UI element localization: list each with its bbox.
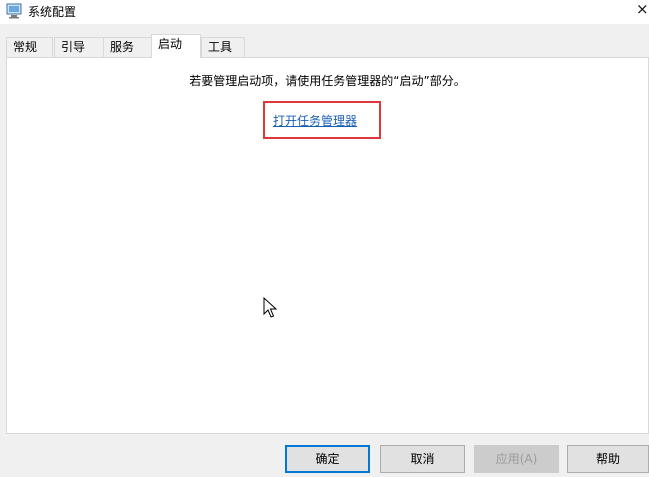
tab-services[interactable]: 服务 <box>103 37 153 57</box>
window-title: 系统配置 <box>28 5 77 19</box>
tab-boot[interactable]: 引导 <box>54 37 104 57</box>
system-config-icon <box>6 3 22 19</box>
startup-panel: 若要管理启动项，请使用任务管理器的“启动”部分。 打开任务管理器 <box>6 57 649 434</box>
startup-instruction: 若要管理启动项，请使用任务管理器的“启动”部分。 <box>189 74 466 88</box>
tab-strip: 常规 引导 服务 启动 工具 <box>6 34 646 58</box>
title-bar: 系统配置 × <box>0 0 649 24</box>
cancel-button[interactable]: 取消 <box>380 445 465 473</box>
help-button[interactable]: 帮助 <box>567 445 649 473</box>
tab-startup[interactable]: 启动 <box>151 34 201 58</box>
open-task-manager-link[interactable]: 打开任务管理器 <box>273 112 357 129</box>
ok-button[interactable]: 确定 <box>285 445 370 473</box>
apply-button: 应用(A) <box>474 445 559 473</box>
close-icon[interactable]: × <box>636 0 649 18</box>
tab-general[interactable]: 常规 <box>6 37 53 57</box>
tab-tools[interactable]: 工具 <box>201 37 245 57</box>
mouse-cursor-icon <box>263 297 277 318</box>
